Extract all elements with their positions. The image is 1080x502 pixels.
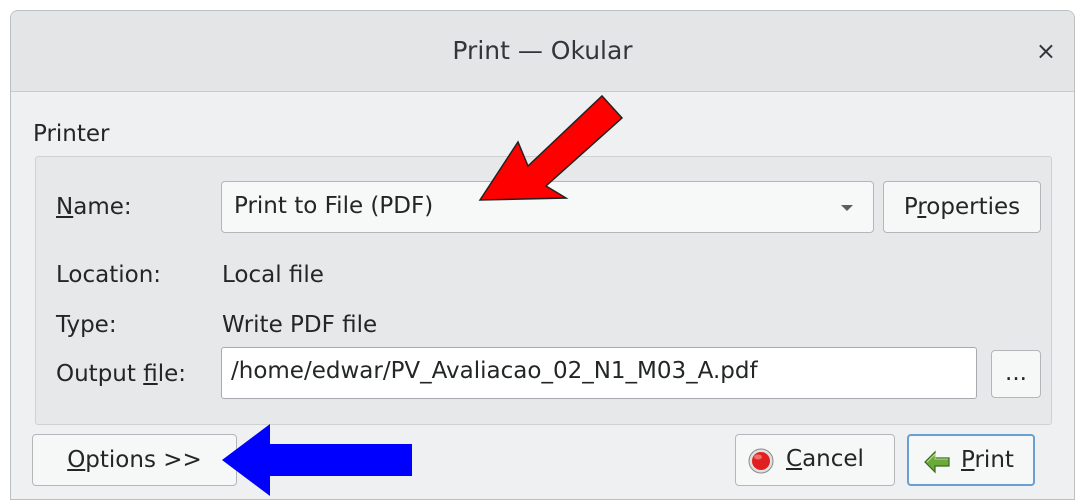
title-bar[interactable]: Print — Okular × xyxy=(11,11,1074,92)
print-icon xyxy=(924,450,950,474)
window-title: Print — Okular xyxy=(452,36,633,65)
location-value: Local file xyxy=(222,262,324,288)
stop-icon xyxy=(748,448,774,474)
print-button[interactable]: Print xyxy=(907,434,1035,486)
properties-button[interactable]: Properties xyxy=(883,181,1041,233)
options-button[interactable]: Options >> xyxy=(32,434,237,486)
cancel-button[interactable]: Cancel xyxy=(735,434,895,486)
cancel-button-label: Cancel xyxy=(786,446,864,472)
location-label: Location: xyxy=(56,262,162,288)
chevron-down-icon xyxy=(841,205,853,211)
type-value: Write PDF file xyxy=(222,312,378,338)
output-file-label: Output file: xyxy=(56,361,187,387)
printer-name-combobox[interactable]: Print to File (PDF) xyxy=(221,181,874,233)
printer-panel: Name: Print to File (PDF) Properties Loc… xyxy=(35,156,1052,425)
print-button-label: Print xyxy=(961,447,1014,473)
printer-name-value: Print to File (PDF) xyxy=(234,193,434,219)
name-label: Name: xyxy=(56,194,132,220)
print-dialog: Print — Okular × Printer Name: Print to … xyxy=(10,10,1075,500)
printer-group-title: Printer xyxy=(33,121,110,147)
close-icon[interactable]: × xyxy=(1036,11,1056,91)
type-label: Type: xyxy=(56,312,117,338)
output-file-input[interactable]: /home/edwar/PV_Avaliacao_02_N1_M03_A.pdf xyxy=(221,347,977,399)
browse-button[interactable]: ... xyxy=(991,350,1041,398)
